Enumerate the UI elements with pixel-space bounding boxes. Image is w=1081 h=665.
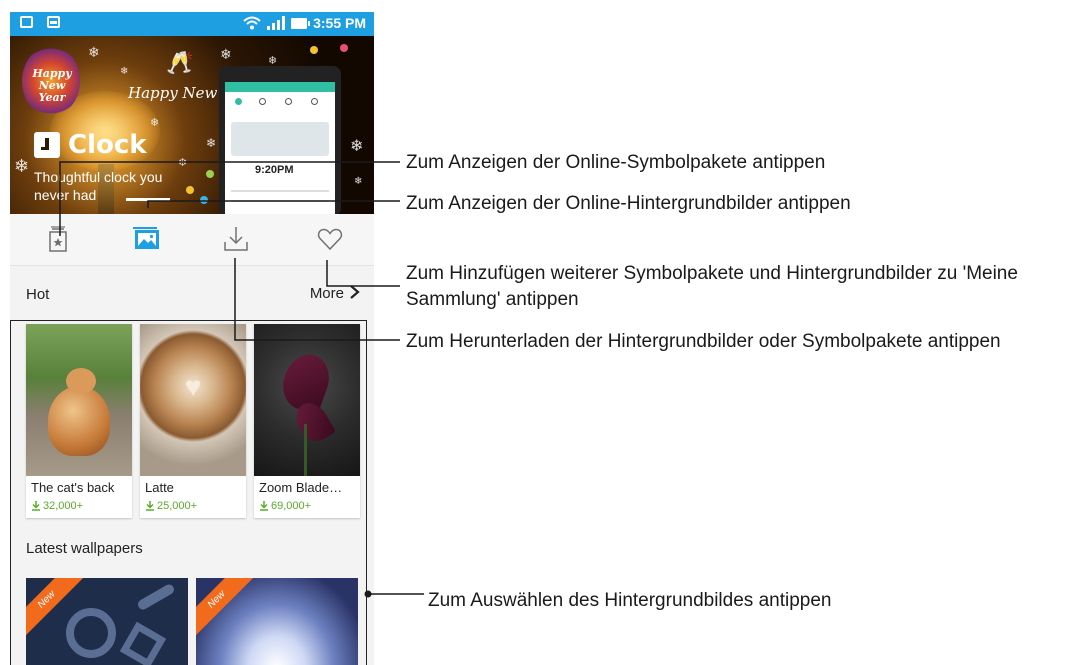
- tab-wallpapers[interactable]: [132, 224, 162, 254]
- hot-highlight-frame: [10, 320, 367, 665]
- callout-select-wallpaper: Zum Auswählen des Hintergrundbildes anti…: [428, 590, 832, 611]
- app-title: Clock: [34, 130, 147, 160]
- hot-heading: Hot: [26, 286, 50, 303]
- icon-pack-icon: [49, 226, 67, 252]
- heart-icon: [317, 228, 343, 251]
- tab-downloads[interactable]: [221, 224, 251, 254]
- chevron-right-icon[interactable]: [348, 283, 362, 301]
- champagne-glasses-icon: 🥂: [166, 50, 194, 75]
- signal-icon: [267, 16, 286, 30]
- callout-download: Zum Herunterladen der Hintergrundbilder …: [406, 331, 1001, 352]
- wifi-icon: [243, 16, 261, 30]
- more-link[interactable]: More: [310, 285, 344, 302]
- status-bar: 3:55 PM: [10, 12, 374, 36]
- callout-my-collection: Zum Hinzufügen weiterer Symbolpakete und…: [406, 263, 1018, 310]
- banner-page-indicator: [126, 198, 170, 201]
- tab-icon-packs[interactable]: [43, 224, 73, 254]
- tab-bar: [10, 214, 374, 266]
- notification-icon: [20, 16, 33, 28]
- clock-app-icon: [34, 132, 60, 158]
- hot-section-header: Hot More: [10, 278, 374, 308]
- manual-illustration: 3:55 PM Happy New Year 🥂 Happy New Year …: [0, 0, 1081, 665]
- download-icon: [224, 227, 248, 251]
- phone-mockup: 9:20PM: [219, 66, 341, 214]
- callout-icon-packs: Zum Anzeigen der Online-Symbolpakete ant…: [406, 152, 826, 173]
- status-time: 3:55 PM: [313, 15, 366, 31]
- mockup-time: 9:20PM: [255, 164, 294, 176]
- happy-new-year-logo: Happy New Year: [22, 46, 80, 116]
- wallpaper-icon: [133, 227, 159, 249]
- gallery-notification-icon: [47, 16, 60, 28]
- battery-icon: [291, 17, 311, 29]
- tab-my-collection[interactable]: [315, 224, 345, 254]
- featured-banner[interactable]: Happy New Year 🥂 Happy New Year ❄ ❄ ❄ ❄ …: [10, 36, 374, 214]
- callout-wallpapers: Zum Anzeigen der Online-Hintergrundbilde…: [406, 193, 851, 214]
